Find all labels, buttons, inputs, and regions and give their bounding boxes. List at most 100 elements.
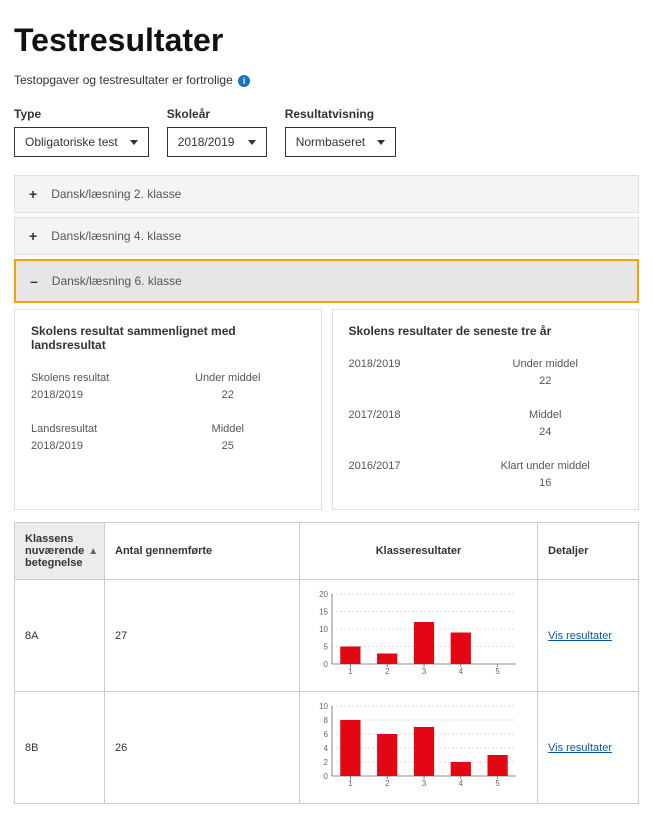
result-value: Under middel 22 xyxy=(469,356,623,389)
svg-text:4: 4 xyxy=(459,779,464,788)
filter-view: Resultatvisning Normbaseret xyxy=(285,107,396,157)
result-label: 2018/2019 xyxy=(349,356,469,389)
text: 27 xyxy=(115,630,127,642)
page-subtitle: Testopgaver og testresultater er fortrol… xyxy=(14,73,639,87)
result-value: Under middel 22 xyxy=(151,370,305,403)
svg-text:0: 0 xyxy=(324,772,329,781)
vis-resultater-link[interactable]: Vis resultater xyxy=(548,742,612,754)
filter-year-value: 2018/2019 xyxy=(178,135,235,149)
accordion-item-klasse2[interactable]: + Dansk/læsning 2. klasse xyxy=(14,175,639,213)
filter-view-label: Resultatvisning xyxy=(285,107,396,121)
chevron-down-icon xyxy=(248,140,256,145)
result-label: Landsresultat 2018/2019 xyxy=(31,421,151,454)
result-value: Klart under middel 16 xyxy=(469,458,623,491)
cell-klasse: 8A xyxy=(15,580,105,691)
accordion-item-klasse6[interactable]: – Dansk/læsning 6. klasse xyxy=(14,259,639,303)
chevron-down-icon xyxy=(130,140,138,145)
text: Klart under middel xyxy=(501,460,590,472)
svg-text:1: 1 xyxy=(348,667,353,676)
table-header-row: Klassens nuværende betegnelse ▲ Antal ge… xyxy=(15,523,639,580)
text: 2018/2019 xyxy=(349,358,401,370)
svg-text:2: 2 xyxy=(385,667,390,676)
text: 2016/2017 xyxy=(349,460,401,472)
svg-text:1: 1 xyxy=(348,779,353,788)
text: 8B xyxy=(25,742,38,754)
svg-text:3: 3 xyxy=(422,779,427,788)
svg-text:0: 0 xyxy=(324,660,329,669)
cell-antal: 26 xyxy=(105,692,300,803)
text: Skolens resultat xyxy=(31,372,109,384)
text: Under middel xyxy=(195,372,260,384)
page-title: Testresultater xyxy=(14,22,639,59)
svg-text:15: 15 xyxy=(319,608,328,617)
cell-chart: 0510152012345 xyxy=(300,580,538,691)
col-header-klasseresultater: Klasseresultater xyxy=(300,523,538,579)
text: 2017/2018 xyxy=(349,409,401,421)
cell-antal: 27 xyxy=(105,580,300,691)
accordion-item-label: Dansk/læsning 2. klasse xyxy=(51,187,181,201)
filter-type-select[interactable]: Obligatoriske test xyxy=(14,127,149,157)
result-row: 2018/2019 Under middel 22 xyxy=(349,356,623,389)
filter-type-value: Obligatoriske test xyxy=(25,135,118,149)
svg-text:2: 2 xyxy=(385,779,390,788)
cell-klasse: 8B xyxy=(15,692,105,803)
filter-type-label: Type xyxy=(14,107,149,121)
panel-title: Skolens resultat sammenlignet med landsr… xyxy=(31,324,305,352)
result-value: Middel 25 xyxy=(151,421,305,454)
result-row: 2017/2018 Middel 24 xyxy=(349,407,623,440)
result-row: 2016/2017 Klart under middel 16 xyxy=(349,458,623,491)
cell-chart: 024681012345 xyxy=(300,692,538,803)
filter-type: Type Obligatoriske test xyxy=(14,107,149,157)
collapse-icon: – xyxy=(30,273,38,289)
table-row: 8B 26 024681012345 Vis resultater xyxy=(15,692,639,804)
text: Middel xyxy=(529,409,561,421)
accordion-item-label: Dansk/læsning 4. klasse xyxy=(51,229,181,243)
expand-icon: + xyxy=(29,228,37,244)
filter-view-value: Normbaseret xyxy=(296,135,365,149)
svg-text:3: 3 xyxy=(422,667,427,676)
expand-icon: + xyxy=(29,186,37,202)
text: Under middel xyxy=(513,358,578,370)
text: 2018/2019 xyxy=(31,389,83,401)
text: 8A xyxy=(25,630,38,642)
bar-chart: 024681012345 xyxy=(310,702,527,793)
filter-year-label: Skoleår xyxy=(167,107,267,121)
info-icon[interactable]: i xyxy=(238,75,250,87)
accordion: + Dansk/læsning 2. klasse + Dansk/læsnin… xyxy=(14,175,639,303)
svg-text:6: 6 xyxy=(324,730,329,739)
filter-year: Skoleår 2018/2019 xyxy=(167,107,267,157)
accordion-item-klasse4[interactable]: + Dansk/læsning 4. klasse xyxy=(14,217,639,255)
result-panels: Skolens resultat sammenlignet med landsr… xyxy=(14,309,639,510)
text: Klassens nuværende betegnelse xyxy=(25,533,84,569)
svg-text:10: 10 xyxy=(319,625,328,634)
panel-school-vs-country: Skolens resultat sammenlignet med landsr… xyxy=(14,309,322,510)
sort-asc-icon: ▲ xyxy=(88,546,98,557)
col-header-detaljer: Detaljer xyxy=(538,523,639,579)
result-row: Landsresultat 2018/2019 Middel 25 xyxy=(31,421,305,454)
panel-title: Skolens resultater de seneste tre år xyxy=(349,324,623,338)
panel-three-years: Skolens resultater de seneste tre år 201… xyxy=(332,309,640,510)
text: 24 xyxy=(539,426,551,438)
svg-text:10: 10 xyxy=(319,702,328,711)
svg-text:5: 5 xyxy=(495,779,500,788)
chevron-down-icon xyxy=(377,140,385,145)
text: Landsresultat xyxy=(31,423,97,435)
vis-resultater-link[interactable]: Vis resultater xyxy=(548,630,612,642)
text: Middel xyxy=(212,423,244,435)
result-label: 2017/2018 xyxy=(349,407,469,440)
cell-detaljer: Vis resultater xyxy=(538,692,639,803)
filter-year-select[interactable]: 2018/2019 xyxy=(167,127,267,157)
accordion-item-label: Dansk/læsning 6. klasse xyxy=(52,274,182,288)
col-header-antal[interactable]: Antal gennemførte xyxy=(105,523,300,579)
text: Detaljer xyxy=(548,545,588,557)
filter-view-select[interactable]: Normbaseret xyxy=(285,127,396,157)
svg-text:2: 2 xyxy=(324,758,329,767)
bar-chart: 0510152012345 xyxy=(310,590,527,681)
svg-text:20: 20 xyxy=(319,590,328,599)
result-label: 2016/2017 xyxy=(349,458,469,491)
text: 22 xyxy=(539,375,551,387)
text: 22 xyxy=(222,389,234,401)
subtitle-text: Testopgaver og testresultater er fortrol… xyxy=(14,73,233,87)
svg-text:4: 4 xyxy=(324,744,329,753)
col-header-klasse[interactable]: Klassens nuværende betegnelse ▲ xyxy=(15,523,105,579)
